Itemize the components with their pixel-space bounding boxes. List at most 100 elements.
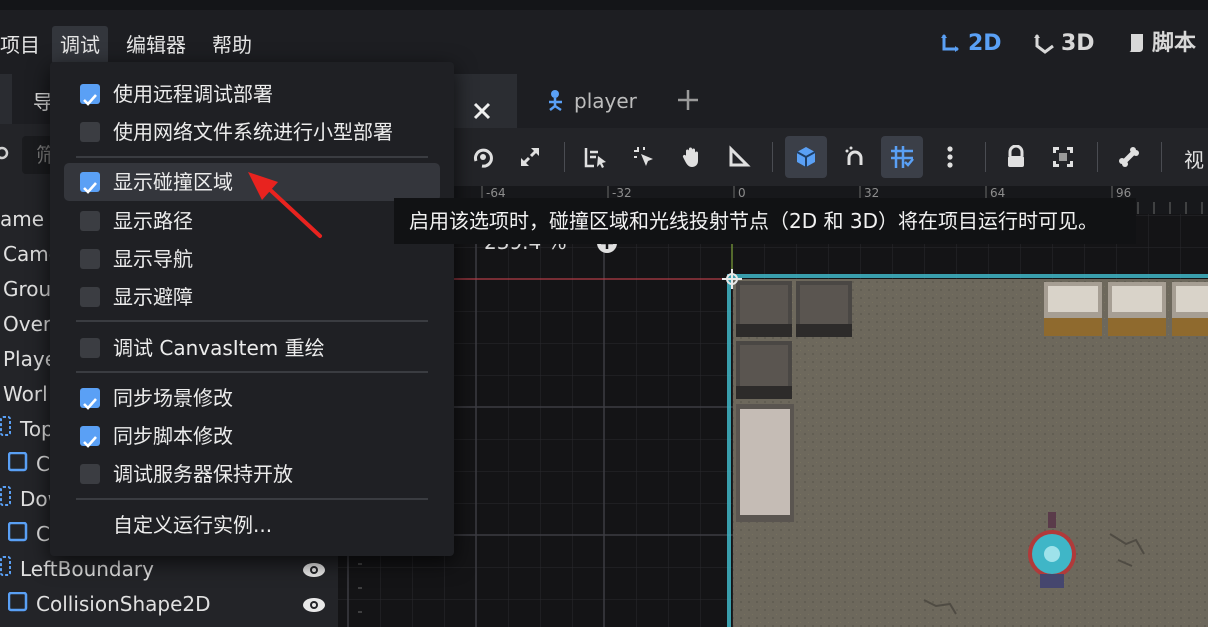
canvas-toolbar: 视 [338, 128, 1208, 186]
menu-item-label: 显示避障 [113, 285, 193, 309]
menu-item-label: 显示路径 [113, 209, 193, 233]
menu-item-network-fs-deploy[interactable]: 使用网络文件系统进行小型部署 [64, 113, 440, 151]
menu-item-sync-scene-changes[interactable]: 同步场景修改 [64, 379, 440, 417]
annotation-arrow-icon [248, 172, 322, 238]
tree-label: LeftBoundary [20, 557, 154, 581]
tree-item[interactable]: C [7, 517, 50, 553]
tree-label: Worl [3, 382, 48, 406]
mode-2d-label: 2D [968, 31, 1002, 56]
tree-item[interactable]: Over [3, 307, 51, 342]
checkbox-checked-icon[interactable] [80, 388, 100, 410]
menu-separator [76, 320, 428, 322]
2d-icon [941, 34, 959, 52]
menu-help[interactable]: 帮助 [204, 26, 260, 64]
more-options-icon[interactable] [929, 136, 971, 178]
tree-item[interactable]: ame [0, 202, 44, 237]
scale-icon[interactable] [509, 136, 551, 178]
menu-project[interactable]: 项目 [0, 26, 48, 64]
list-select-icon[interactable] [575, 136, 617, 178]
menu-item-keep-debug-server-open[interactable]: 调试服务器保持开放 [64, 455, 440, 493]
tree-item[interactable]: Playe [3, 342, 57, 377]
checkbox-checked-icon[interactable] [80, 84, 100, 106]
menu-item-debug-canvasitem-redraw[interactable]: 调试 CanvasItem 重绘 [64, 329, 440, 367]
tab-player-label: player [574, 89, 637, 113]
menu-item-label: 自定义运行实例... [113, 513, 273, 537]
pan-hand-icon[interactable] [671, 136, 713, 178]
menu-item-label: 显示导航 [113, 247, 193, 271]
menu-item-show-navigation[interactable]: 显示导航 [64, 240, 440, 278]
checkbox-unchecked-icon[interactable] [80, 122, 100, 142]
tree-item[interactable]: Grou [3, 272, 51, 307]
title-fragment [60, 0, 270, 2]
ruler-icon[interactable] [718, 136, 760, 178]
tab-player[interactable]: player [528, 74, 655, 128]
menu-item-label: 使用远程调试部署 [113, 82, 273, 106]
checkbox-checked-icon[interactable] [80, 172, 100, 194]
tree-item[interactable]: CollisionShape2D [7, 587, 211, 623]
collision-shape-icon [7, 518, 28, 553]
menu-debug[interactable]: 调试 [52, 26, 108, 64]
checkbox-unchecked-icon[interactable] [80, 338, 100, 358]
magnet-icon[interactable] [834, 136, 876, 178]
menu-item-label: 显示碰撞区域 [113, 170, 233, 194]
character-body-icon [546, 78, 568, 132]
tree-item[interactable]: Worl [3, 377, 48, 412]
static-body-icon [0, 483, 12, 518]
menu-separator [76, 498, 428, 500]
tree-label: Top [20, 417, 54, 441]
menu-separator [76, 156, 428, 158]
menu-item-sync-script-changes[interactable]: 同步脚本修改 [64, 417, 440, 455]
static-body-icon [0, 413, 12, 448]
tooltip: 启用该选项时，碰撞区域和光线投射节点（2D 和 3D）将在项目运行时可见。 [394, 198, 1136, 244]
side-ruler [342, 544, 368, 627]
add-tab-icon[interactable] [676, 88, 700, 117]
lock-icon[interactable] [995, 136, 1037, 178]
viewport-canvas[interactable]: 239.4 % [338, 214, 1208, 627]
menu-item-label: 同步场景修改 [113, 386, 233, 410]
mode-2d-button[interactable]: 2D [940, 27, 1002, 61]
checkbox-unchecked-icon[interactable] [80, 464, 100, 484]
mode-script-button[interactable]: 脚本 [1126, 27, 1196, 61]
checkbox-unchecked-icon[interactable] [80, 249, 100, 269]
menu-item-custom-run-instances[interactable]: 自定义运行实例... [64, 506, 440, 544]
debug-menu-popup: 使用远程调试部署 使用网络文件系统进行小型部署 显示碰撞区域 显示路径 显示导航… [50, 62, 454, 556]
tree-item[interactable]: LeftBoundary [0, 552, 154, 587]
pick-icon[interactable] [623, 136, 665, 178]
skeleton-bone-icon[interactable] [1108, 136, 1150, 178]
rotate-icon[interactable] [462, 136, 504, 178]
tree-label: CollisionShape2D [36, 592, 211, 616]
visibility-eye-icon[interactable] [302, 593, 326, 617]
view-menu[interactable]: 视 [1184, 144, 1204, 173]
script-icon [1129, 34, 1143, 52]
checkbox-unchecked-icon[interactable] [80, 211, 100, 231]
collision-shape-icon [7, 588, 28, 623]
tree-label: C [36, 452, 50, 476]
tree-item[interactable]: Top [0, 412, 54, 447]
menu-item-label: 同步脚本修改 [113, 424, 233, 448]
menu-separator [76, 371, 428, 373]
mode-script-label: 脚本 [1152, 31, 1197, 56]
menu-item-label: 使用网络文件系统进行小型部署 [113, 120, 393, 144]
tree-item[interactable]: C [7, 447, 50, 483]
menu-item-label: 调试服务器保持开放 [113, 462, 293, 486]
tree-label: Grou [3, 277, 52, 301]
smart-snap-icon[interactable] [785, 136, 827, 178]
link-icon[interactable] [0, 136, 14, 174]
checkbox-checked-icon[interactable] [80, 426, 100, 448]
group-icon[interactable] [1042, 136, 1084, 178]
visibility-eye-icon[interactable] [302, 558, 326, 582]
menu-item-show-avoidance[interactable]: 显示避障 [64, 278, 440, 316]
menu-item-label: 调试 CanvasItem 重绘 [113, 336, 325, 360]
menu-item-remote-debug-deploy[interactable]: 使用远程调试部署 [64, 75, 440, 113]
tab-active-scene[interactable] [453, 74, 517, 128]
static-body-icon [0, 553, 12, 588]
3d-icon [1034, 34, 1054, 54]
mode-3d-button[interactable]: 3D [1033, 27, 1095, 61]
collision-shape-icon [7, 448, 28, 483]
checkbox-unchecked-icon[interactable] [80, 287, 100, 307]
menu-editor[interactable]: 编辑器 [118, 26, 194, 64]
mode-3d-label: 3D [1061, 31, 1095, 56]
grid-snap-icon[interactable] [881, 136, 923, 178]
scene-tabs: player [338, 74, 1208, 128]
tree-label: Playe [3, 347, 58, 371]
